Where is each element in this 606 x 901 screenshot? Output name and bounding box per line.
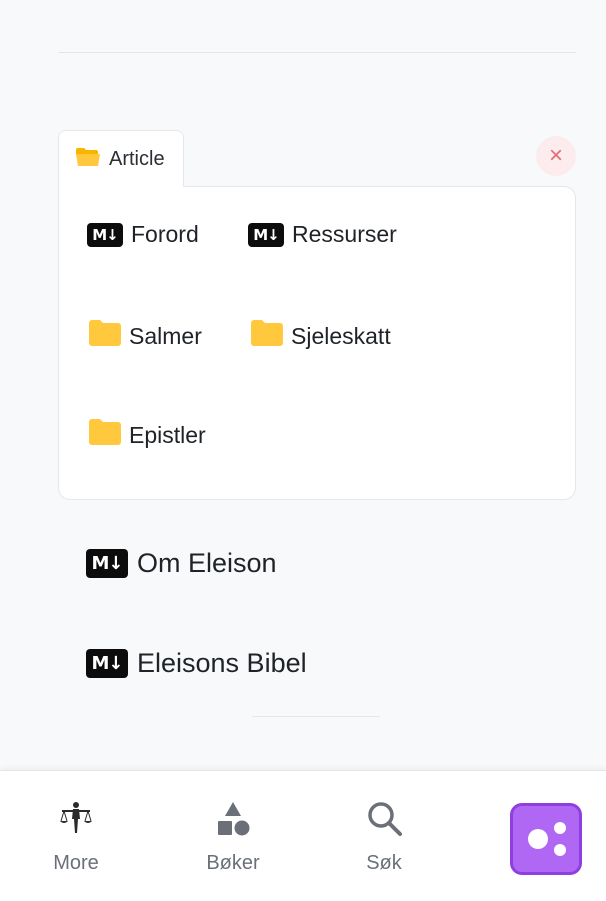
nav-label: More — [53, 852, 99, 874]
doc-item-eleisons-bibel[interactable]: M↓ Eleisons Bibel — [86, 648, 307, 679]
folder-label: Salmer — [129, 322, 202, 349]
nav-label: Søk — [366, 852, 402, 874]
search-icon — [364, 799, 404, 844]
app-launcher-button[interactable] — [510, 803, 582, 875]
file-item-forord[interactable]: M↓ Forord — [87, 221, 199, 248]
markdown-icon: M↓ — [248, 222, 284, 247]
folder-icon — [89, 419, 121, 451]
doc-label: Eleisons Bibel — [137, 648, 307, 678]
explorer-panel: M↓ Forord M↓ Ressurser Salmer Sjeleskatt… — [58, 186, 576, 500]
markdown-icon: M↓ — [86, 549, 128, 578]
folder-label: Sjeleskatt — [291, 322, 391, 349]
nav-item-more[interactable]: More — [16, 799, 136, 875]
top-divider — [58, 52, 576, 53]
bottom-nav: More Bøker Søk — [0, 770, 606, 901]
file-label: Forord — [131, 221, 199, 247]
shapes-icon — [213, 799, 253, 844]
file-item-ressurser[interactable]: M↓ Ressurser — [248, 221, 397, 248]
scales-figure-icon — [56, 799, 96, 844]
folder-item-salmer[interactable]: Salmer — [89, 320, 202, 352]
nav-label: Bøker — [206, 852, 260, 874]
folder-label: Epistler — [129, 421, 206, 448]
folder-open-icon — [75, 147, 101, 172]
doc-label: Om Eleison — [137, 548, 277, 578]
close-button[interactable]: × — [536, 136, 576, 176]
dots-app-icon — [513, 822, 579, 876]
folder-item-epistler[interactable]: Epistler — [89, 419, 206, 451]
folder-item-sjeleskatt[interactable]: Sjeleskatt — [251, 320, 391, 352]
folder-icon — [251, 320, 283, 352]
close-icon: × — [548, 142, 563, 169]
markdown-icon: M↓ — [87, 222, 123, 247]
nav-item-sok[interactable]: Søk — [324, 799, 444, 875]
folder-icon — [89, 320, 121, 352]
bottom-divider — [252, 716, 380, 717]
markdown-icon: M↓ — [86, 649, 128, 678]
file-label: Ressurser — [292, 221, 397, 247]
tab-article[interactable]: Article — [58, 130, 184, 187]
nav-item-boker[interactable]: Bøker — [173, 799, 293, 875]
tab-label: Article — [109, 147, 165, 170]
doc-item-om-eleison[interactable]: M↓ Om Eleison — [86, 548, 277, 579]
